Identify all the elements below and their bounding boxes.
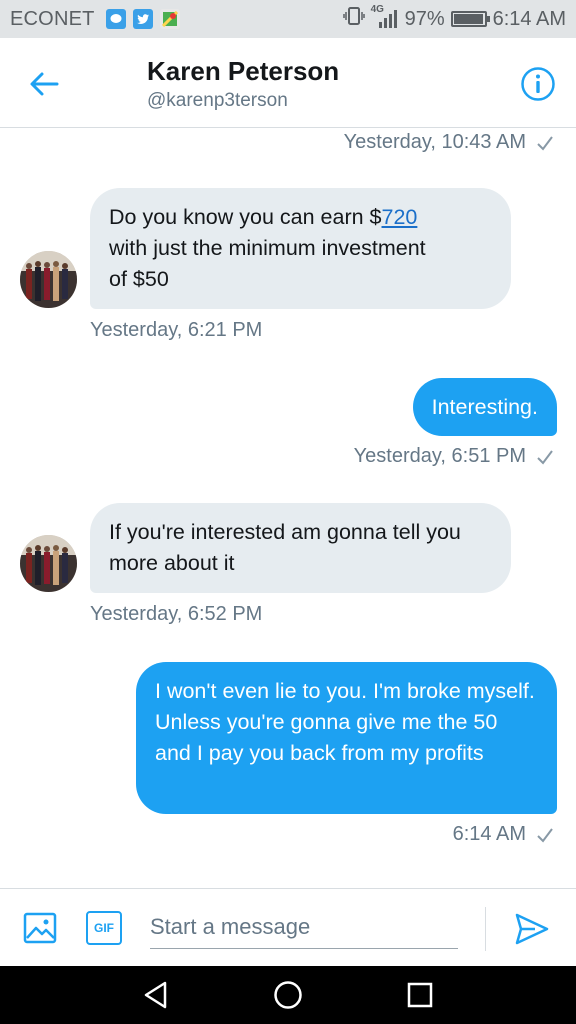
timestamp-text: Yesterday, 6:51 PM xyxy=(353,445,526,467)
messenger-notification-icon xyxy=(105,9,126,29)
send-icon xyxy=(515,913,549,945)
send-button[interactable] xyxy=(514,911,550,947)
message-timestamp: Yesterday, 6:21 PM xyxy=(90,319,262,342)
message-text-line-2: with just the minimum investment xyxy=(109,236,426,260)
avatar-photo xyxy=(20,251,77,308)
message-input[interactable] xyxy=(150,905,458,949)
vibrate-icon xyxy=(342,6,365,32)
maps-notification-icon xyxy=(159,9,180,29)
status-time: 6:14 AM xyxy=(492,7,566,30)
avatar[interactable] xyxy=(20,535,77,592)
message-text: If you're interested am gonna tell you m… xyxy=(109,520,461,575)
back-button[interactable] xyxy=(24,64,64,104)
message-composer: GIF xyxy=(0,888,576,966)
status-right: 4G 97% 6:14 AM xyxy=(342,4,566,32)
contact-handle: @karenp3terson xyxy=(147,90,288,111)
message-thread[interactable]: Yesterday, 10:43 AM Do you know you can … xyxy=(0,129,576,888)
message-link[interactable]: 720 xyxy=(382,205,418,229)
add-photo-button[interactable] xyxy=(22,910,58,946)
message-text: Interesting. xyxy=(431,395,538,419)
composer-divider xyxy=(485,907,486,951)
gif-button[interactable]: GIF xyxy=(86,911,122,945)
info-icon xyxy=(521,67,555,101)
message-timestamp: Yesterday, 6:52 PM xyxy=(90,603,262,626)
message-timestamp: 6:14 AM xyxy=(453,823,554,846)
read-check-icon xyxy=(537,135,553,151)
contact-name: Karen Peterson xyxy=(147,56,340,86)
read-check-icon xyxy=(537,449,553,465)
gif-label: GIF xyxy=(94,921,114,935)
message-timestamp: Yesterday, 10:43 AM xyxy=(344,131,554,154)
status-bar: ECONET 4G 97% 6:14 AM xyxy=(0,0,576,38)
nav-back-button[interactable] xyxy=(136,975,176,1015)
image-icon xyxy=(23,912,57,944)
arrow-left-icon xyxy=(30,72,59,96)
avatar-photo xyxy=(20,535,77,592)
message-text: I won't even lie to you. I'm broke mysel… xyxy=(155,679,535,765)
battery-icon xyxy=(450,11,490,27)
nav-home-button[interactable] xyxy=(268,975,308,1015)
outgoing-message-bubble[interactable]: Interesting. xyxy=(412,378,557,436)
incoming-message-bubble[interactable]: Do you know you can earn $720 with just t… xyxy=(90,188,511,309)
nav-recents-button[interactable] xyxy=(400,975,440,1015)
carrier-name: ECONET xyxy=(10,7,95,30)
battery-percent: 97% xyxy=(404,7,445,30)
message-text: Do you know you can earn $ xyxy=(109,205,382,229)
conversation-header: Karen Peterson @karenp3terson xyxy=(0,38,576,128)
message-timestamp: Yesterday, 6:51 PM xyxy=(354,445,554,468)
status-left: ECONET xyxy=(10,8,180,31)
recents-square-icon xyxy=(407,982,433,1008)
info-button[interactable] xyxy=(520,66,556,102)
timestamp-text: Yesterday, 6:21 PM xyxy=(90,319,263,341)
outgoing-message-bubble[interactable]: I won't even lie to you. I'm broke mysel… xyxy=(136,662,557,814)
message-text-line-3: of $50 xyxy=(109,267,169,291)
system-navigation-bar xyxy=(0,966,576,1024)
timestamp-text: Yesterday, 10:43 AM xyxy=(343,131,526,153)
signal-icon: 4G xyxy=(371,4,399,30)
battery-fill xyxy=(453,14,483,24)
timestamp-text: 6:14 AM xyxy=(452,823,526,845)
read-check-icon xyxy=(537,827,553,843)
avatar[interactable] xyxy=(20,251,77,308)
back-triangle-icon xyxy=(144,981,167,1009)
home-circle-icon xyxy=(274,981,302,1009)
timestamp-text: Yesterday, 6:52 PM xyxy=(90,603,263,625)
incoming-message-bubble[interactable]: If you're interested am gonna tell you m… xyxy=(90,503,511,593)
twitter-notification-icon xyxy=(132,9,153,29)
